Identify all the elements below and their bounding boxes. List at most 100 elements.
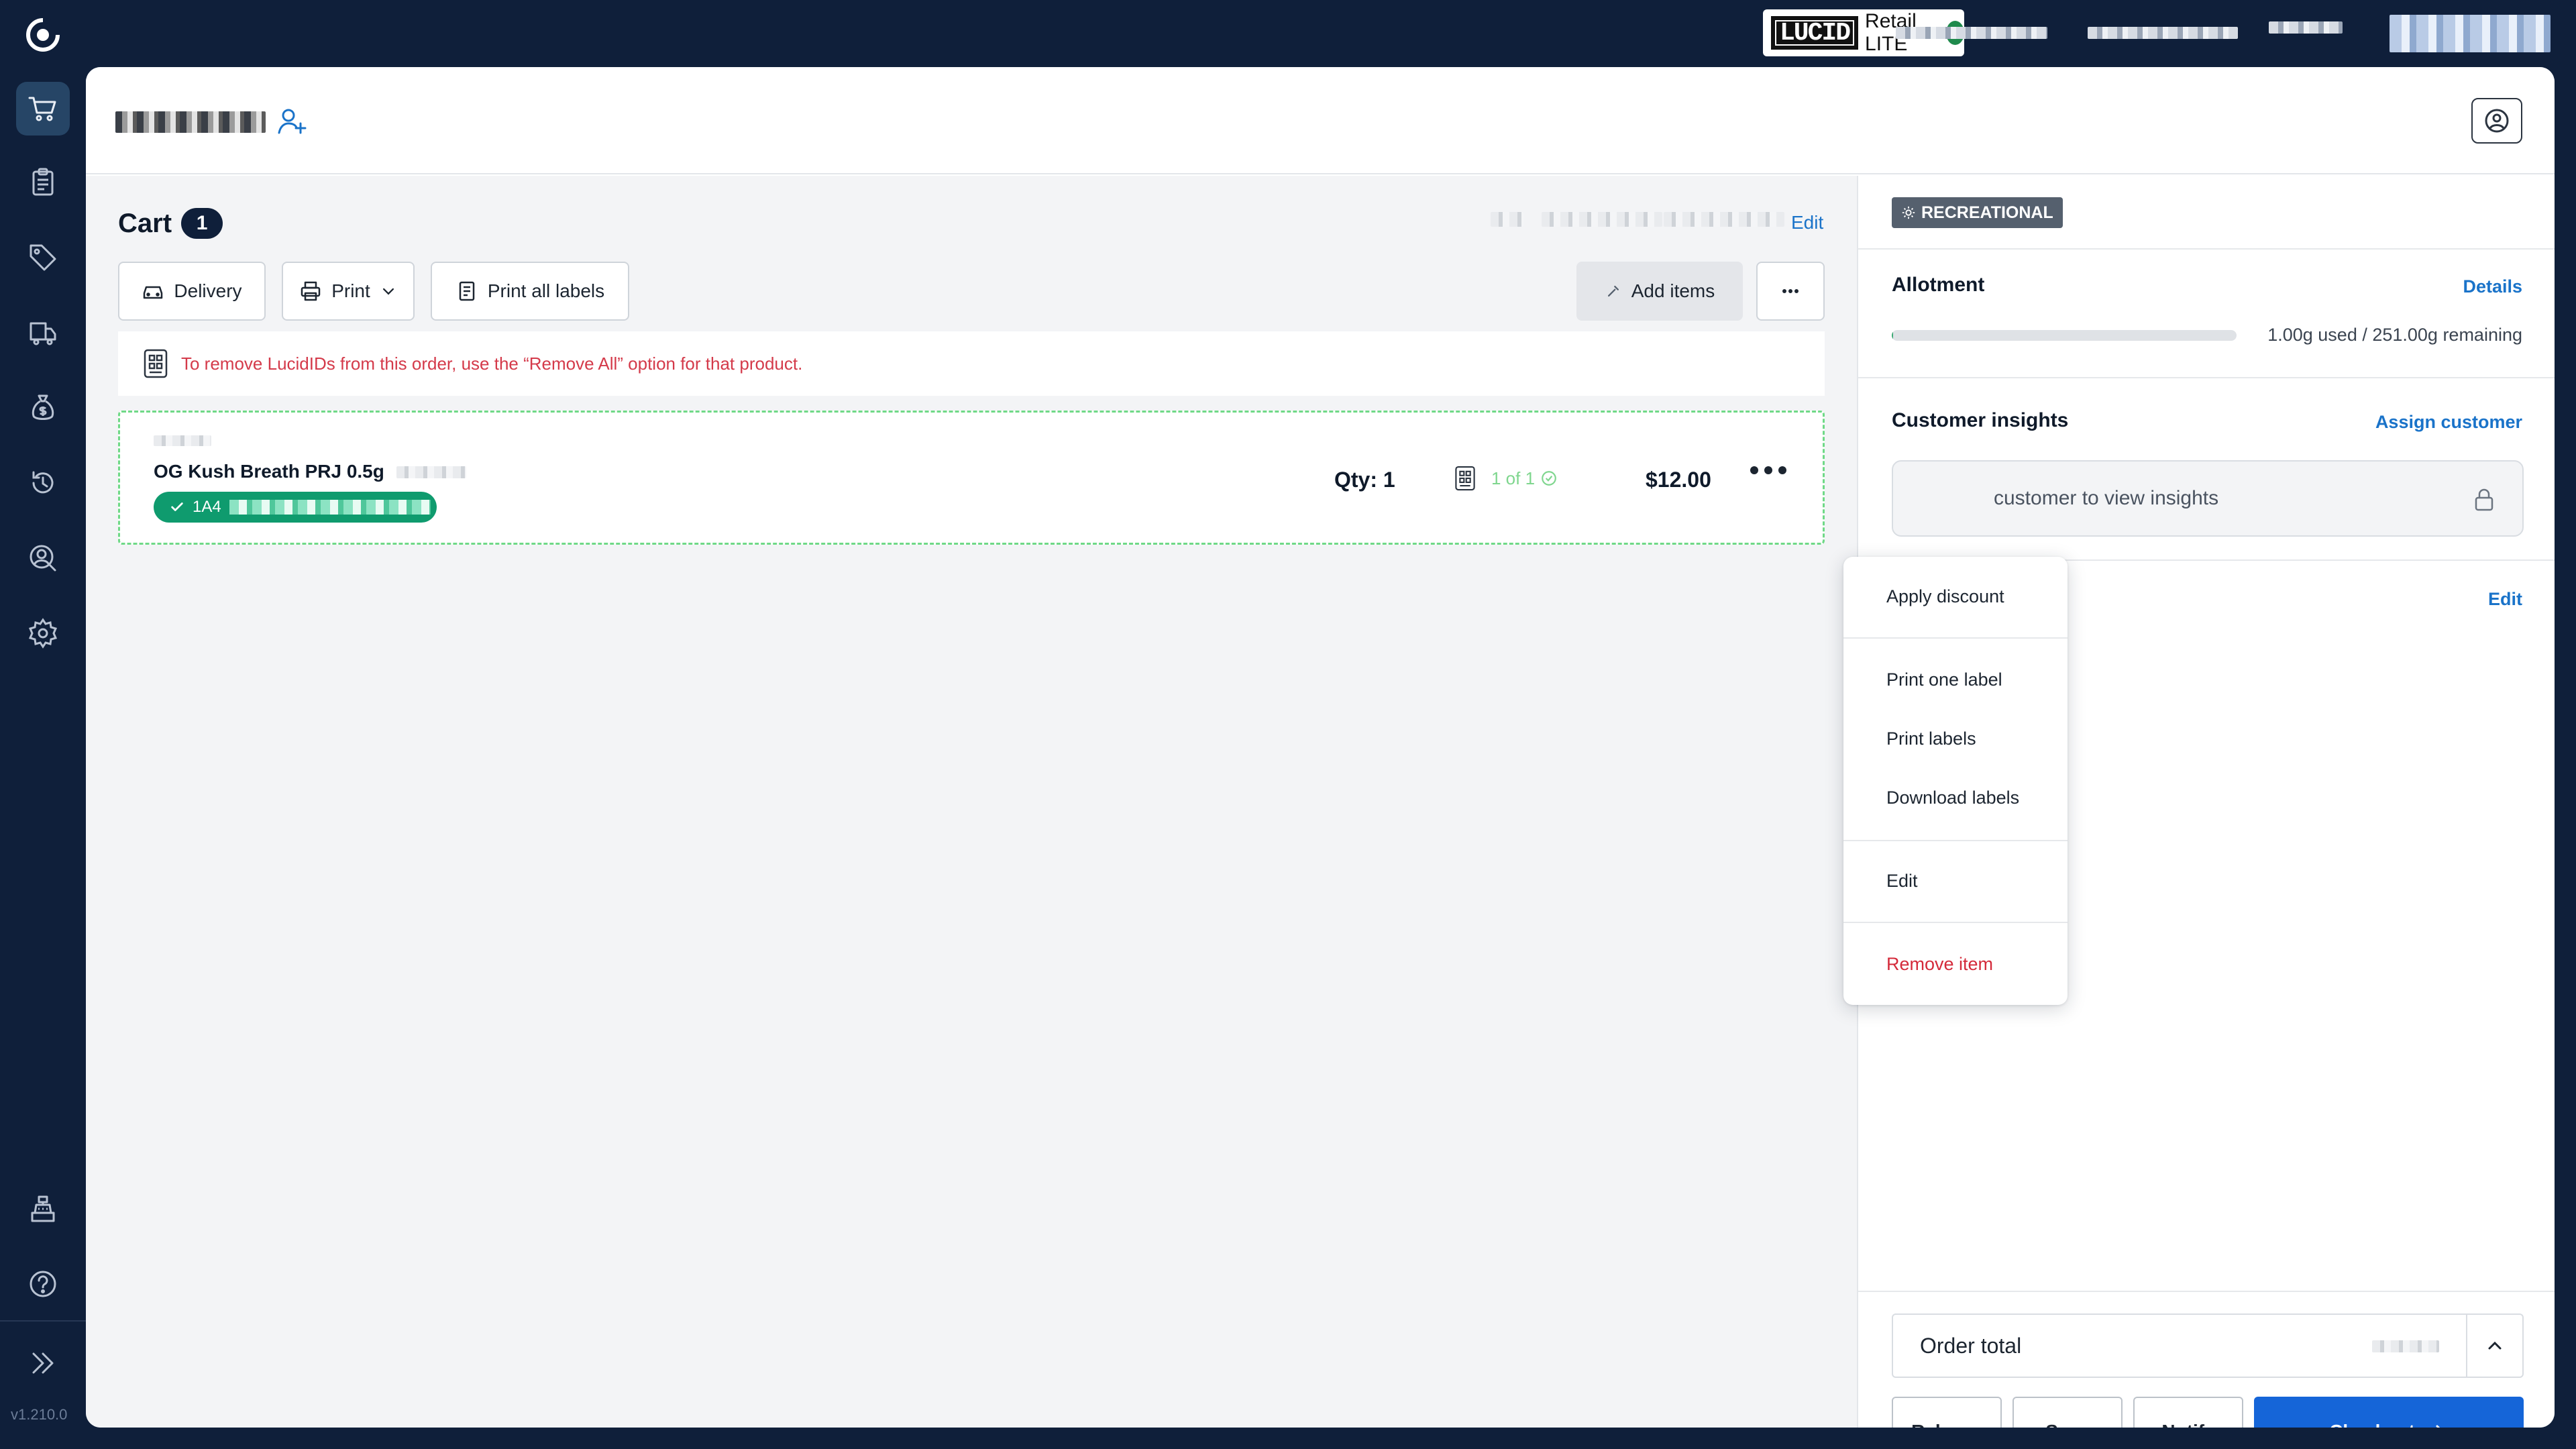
sidebar-item-history[interactable] (16, 456, 70, 510)
item-quantity[interactable]: Qty: 1 (1334, 468, 1395, 492)
item-price: $12.00 (1646, 468, 1711, 492)
item-more-button[interactable] (1750, 466, 1786, 474)
sidebar-item-delivery[interactable] (16, 306, 70, 360)
redacted-register (2269, 21, 2343, 34)
allotment-details-link[interactable]: Details (2463, 276, 2522, 297)
section-edit-link[interactable]: Edit (2488, 589, 2522, 610)
order-total-label: Order total (1920, 1333, 2022, 1358)
edit-order-link[interactable]: Edit (1791, 212, 1823, 233)
cart-item[interactable]: OG Kush Breath PRJ 0.5g 1A4 Qty: 1 1 of … (118, 411, 1825, 545)
customer-header (86, 67, 2555, 174)
lock-icon (2475, 488, 2493, 511)
allotment-text: 1.00g used / 251.00g remaining (2267, 325, 2522, 345)
tag-icon (30, 244, 56, 271)
redacted-customer-name (115, 111, 266, 133)
panel-divider (1858, 1291, 2555, 1292)
app-logo-icon[interactable] (25, 17, 60, 52)
release-button[interactable]: Release (1892, 1397, 2002, 1428)
menu-divider (1843, 840, 2068, 841)
lucid-count-text: 1 of 1 (1491, 468, 1536, 488)
panel-divider (1858, 377, 2555, 378)
item-package-tag: 1A4 (154, 492, 437, 523)
dot (1764, 466, 1772, 474)
print-all-labels-button[interactable]: Print all labels (431, 262, 629, 321)
insights-placeholder-text: customer to view insights (1994, 487, 2219, 509)
sidebar-item-cash[interactable] (16, 381, 70, 435)
sidebar-item-cart[interactable] (16, 82, 70, 136)
app-version: v1.210.0 (11, 1406, 68, 1423)
cart-section: Cart 1 Edit Delivery Print Print all lab… (86, 176, 1857, 1428)
sidebar-item-tags[interactable] (16, 231, 70, 284)
qr-tag-icon (144, 349, 168, 378)
printer-icon (301, 281, 321, 301)
menu-remove-item[interactable]: Remove item (1886, 954, 1993, 975)
add-customer-icon[interactable] (275, 105, 309, 138)
save-button[interactable]: Save (2012, 1397, 2123, 1428)
print-dropdown-button[interactable]: Print (282, 262, 415, 321)
item-actions-menu: Apply discount Print one label Print lab… (1843, 557, 2068, 1005)
lucid-logo: LUCID (1771, 16, 1859, 50)
allotment-title: Allotment (1892, 274, 1985, 296)
sidebar-item-customers[interactable] (16, 531, 70, 585)
cart-count-badge: 1 (181, 208, 223, 239)
sidebar-item-settings[interactable] (16, 606, 70, 660)
money-bag-icon (32, 394, 54, 420)
redacted-user-menu[interactable] (2390, 15, 2551, 52)
sidebar-item-help[interactable] (16, 1257, 70, 1311)
sidebar-item-orders[interactable] (16, 156, 70, 209)
sun-icon (1902, 206, 1915, 219)
cash-register-icon (31, 1195, 55, 1222)
history-icon (32, 471, 54, 494)
item-lucid-status: 1 of 1 (1454, 462, 1558, 494)
menu-print-one-label[interactable]: Print one label (1886, 669, 2002, 690)
menu-apply-discount[interactable]: Apply discount (1886, 586, 2004, 607)
redacted-item-brand (154, 435, 211, 446)
notify-button[interactable]: Notify (2133, 1397, 2243, 1428)
user-search-icon (30, 545, 56, 572)
redacted-store-name (1896, 27, 2047, 39)
customer-profile-button[interactable] (2471, 98, 2522, 144)
delivery-button[interactable]: Delivery (118, 262, 266, 321)
cart-icon (28, 97, 56, 121)
cart-title: Cart 1 (118, 208, 223, 239)
cart-more-button[interactable] (1756, 262, 1825, 321)
print-all-labels-label: Print all labels (487, 280, 605, 301)
redacted-order-info-2 (1542, 212, 1662, 227)
lucid-notice: To remove LucidIDs from this order, use … (118, 331, 1825, 396)
redacted-tag-id (229, 500, 431, 515)
assign-customer-link[interactable]: Assign customer (2375, 412, 2522, 433)
more-horizontal-icon (1782, 289, 1799, 293)
qr-tag-icon (1455, 466, 1475, 491)
truck-icon (30, 322, 56, 345)
sidebar-item-register[interactable] (16, 1182, 70, 1236)
user-circle-icon (2485, 109, 2509, 133)
redacted-order-info-1 (1491, 212, 1524, 227)
sidebar: v1.210.0 (0, 0, 86, 1449)
redacted-item-detail (396, 466, 466, 478)
order-total-row[interactable]: Order total (1892, 1313, 2524, 1378)
menu-edit[interactable]: Edit (1886, 871, 1918, 892)
redacted-order-total (2372, 1340, 2439, 1352)
sidebar-divider (0, 1320, 86, 1322)
print-button-label: Print (331, 280, 370, 301)
item-name: OG Kush Breath PRJ 0.5g (154, 461, 384, 482)
customer-type-text: RECREATIONAL (1921, 203, 2053, 222)
double-chevron-right-icon (32, 1352, 54, 1374)
menu-download-labels[interactable]: Download labels (1886, 788, 2019, 808)
dot (1778, 466, 1786, 474)
menu-divider (1843, 922, 2068, 923)
menu-print-labels[interactable]: Print labels (1886, 729, 1976, 749)
checkout-button[interactable]: Checkout (2254, 1397, 2524, 1428)
item-tag-prefix: 1A4 (193, 498, 221, 516)
cart-title-text: Cart (118, 208, 172, 238)
add-items-button[interactable]: Add items (1576, 262, 1743, 321)
chevron-down-icon (382, 288, 394, 295)
main-card: Cart 1 Edit Delivery Print Print all lab… (86, 67, 2555, 1428)
clipboard-icon (32, 168, 54, 196)
help-icon (30, 1271, 56, 1297)
lucid-count: 1 of 1 (1491, 468, 1558, 489)
order-total-toggle[interactable] (2466, 1315, 2522, 1377)
sidebar-expand[interactable] (16, 1336, 70, 1390)
lucid-notice-text: To remove LucidIDs from this order, use … (181, 353, 803, 374)
dot (1750, 466, 1758, 474)
